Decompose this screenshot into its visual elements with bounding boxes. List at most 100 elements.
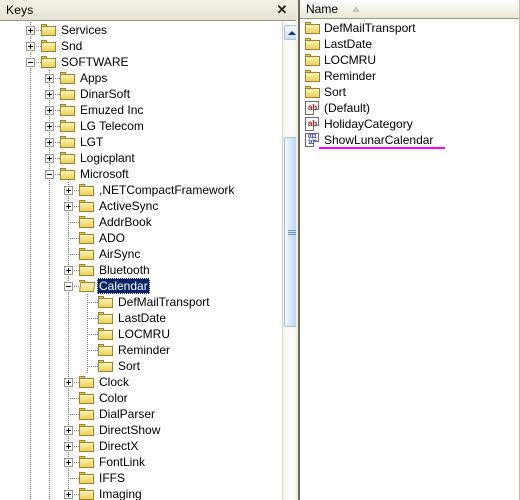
tree-guide-line [30, 374, 31, 390]
tree-item[interactable]: Snd [0, 38, 281, 54]
tree-item[interactable]: IFFS [0, 470, 281, 486]
tree-item[interactable]: AddrBook [0, 214, 281, 230]
tree-item[interactable]: ,NETCompactFramework [0, 182, 281, 198]
expand-icon[interactable] [64, 458, 73, 467]
tree-guide-line [30, 230, 31, 246]
folder-body [60, 74, 75, 84]
tree-item[interactable]: Logicplant [0, 150, 281, 166]
registry-values-list: Name DefMailTransport LastDate LOCMRU Remin… [300, 0, 520, 500]
tree-item[interactable]: DinarSoft [0, 86, 281, 102]
list-item-label: (Default) [324, 101, 371, 115]
expand-icon[interactable] [64, 202, 73, 211]
registry-key-tree[interactable]: Services Snd SOFTWARE Apps DinarSoft Emuzed I… [0, 22, 281, 500]
scroll-up-arrow-icon [288, 31, 296, 35]
folder-body [79, 474, 94, 484]
expand-icon[interactable] [64, 490, 73, 499]
list-item-label: Reminder [324, 69, 377, 83]
expand-icon[interactable] [64, 266, 73, 275]
list-item-label: Sort [324, 85, 347, 99]
tree-guide-line [49, 326, 50, 342]
tree-item[interactable]: SOFTWARE [0, 54, 281, 70]
tree-guide-line [49, 406, 50, 422]
tree-item[interactable]: DialParser [0, 406, 281, 422]
collapse-icon[interactable] [26, 58, 35, 67]
folder-body [60, 106, 75, 116]
expand-icon[interactable] [45, 154, 54, 163]
list-item[interactable]: LOCMRU [300, 52, 520, 68]
tree-item[interactable]: Services [0, 22, 281, 38]
tree-item[interactable]: Reminder [0, 342, 281, 358]
folder-body [98, 362, 113, 372]
tree-item-label: DirectX [99, 439, 139, 453]
tree-item-label: Bluetooth [99, 263, 150, 277]
tree-guide-line [30, 214, 31, 230]
tree-item[interactable]: AirSync [0, 246, 281, 262]
folder-body [79, 394, 94, 404]
binary-value-icon: 011 100 [305, 133, 321, 147]
expand-icon[interactable] [45, 122, 54, 131]
tree-item[interactable]: FontLink [0, 454, 281, 470]
tree-item-label: LG Telecom [80, 119, 144, 133]
expand-icon[interactable] [64, 378, 73, 387]
list-item[interactable]: Sort [300, 84, 520, 100]
tree-guide-line [30, 454, 31, 470]
tree-item[interactable]: Bluetooth [0, 262, 281, 278]
tree-guide-line [49, 470, 50, 486]
folder-body [79, 218, 94, 228]
tree-item[interactable]: Color [0, 390, 281, 406]
tree-item[interactable]: LG Telecom [0, 118, 281, 134]
expand-icon[interactable] [26, 42, 35, 51]
tree-item[interactable]: DirectShow [0, 422, 281, 438]
expand-icon[interactable] [45, 90, 54, 99]
folder-body [41, 26, 56, 36]
folder-body [60, 154, 75, 164]
tree-item[interactable]: Imaging [0, 486, 281, 500]
list-item[interactable]: ab (Default) [300, 100, 520, 116]
tree-item[interactable]: Clock [0, 374, 281, 390]
collapse-icon[interactable] [45, 170, 54, 179]
tree-item[interactable]: LastDate [0, 310, 281, 326]
tree-guide-line [30, 310, 31, 326]
tree-item[interactable]: DefMailTransport [0, 294, 281, 310]
tree-item[interactable]: LOCMRU [0, 326, 281, 342]
tree-item-label: Snd [61, 39, 83, 53]
folder-icon [305, 37, 321, 51]
tree-guide-line [30, 198, 31, 214]
tree-item-label: ADO [99, 231, 126, 245]
expand-icon[interactable] [45, 138, 54, 147]
collapse-icon[interactable] [64, 282, 73, 291]
tree-item[interactable]: Emuzed Inc [0, 102, 281, 118]
tree-item[interactable]: Microsoft [0, 166, 281, 182]
expand-icon[interactable] [45, 74, 54, 83]
tree-item[interactable]: DirectX [0, 438, 281, 454]
folder-body [305, 72, 320, 82]
tree-item[interactable]: ActiveSync [0, 198, 281, 214]
expand-icon[interactable] [64, 186, 73, 195]
tree-item[interactable]: LGT [0, 134, 281, 150]
folder-icon [305, 21, 321, 35]
list-item[interactable]: ab HolidayCategory [300, 116, 520, 132]
tree-item-label: LOCMRU [118, 327, 171, 341]
tree-guide-line [30, 182, 31, 198]
folder-icon [79, 376, 95, 389]
folder-open-icon [79, 280, 96, 293]
folder-body [79, 378, 94, 388]
list-item-label: ShowLunarCalendar [324, 133, 434, 147]
list-item[interactable]: DefMailTransport [300, 20, 520, 36]
tree-guide-line [30, 390, 31, 406]
tree-item[interactable]: ADO [0, 230, 281, 246]
tree-item[interactable]: Apps [0, 70, 281, 86]
tree-item[interactable]: Calendar [0, 278, 281, 294]
close-icon[interactable]: ✕ [275, 3, 289, 17]
expand-icon[interactable] [64, 442, 73, 451]
expand-icon[interactable] [64, 426, 73, 435]
expand-icon[interactable] [45, 106, 54, 115]
tree-item[interactable]: Sort [0, 358, 281, 374]
list-item[interactable]: 011 100 ShowLunarCalendar [300, 132, 520, 149]
value-type-glyph: ab [307, 119, 318, 128]
expand-icon[interactable] [26, 26, 35, 35]
list-column-header-name[interactable]: Name [300, 0, 520, 19]
folder-icon [305, 53, 321, 67]
list-item[interactable]: LastDate [300, 36, 520, 52]
list-item[interactable]: Reminder [300, 68, 520, 84]
